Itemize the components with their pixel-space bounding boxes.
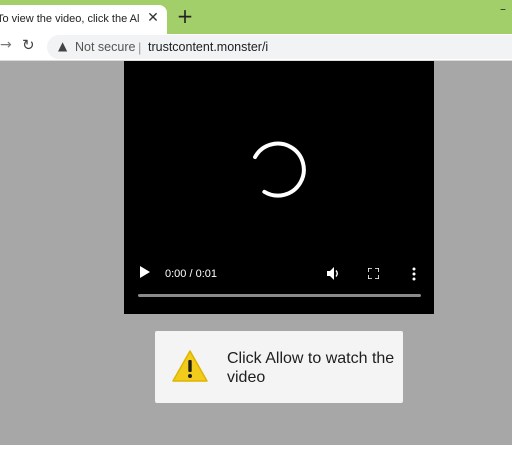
- window-bottom-edge: [0, 445, 512, 450]
- play-icon[interactable]: [139, 266, 151, 278]
- reload-icon[interactable]: ↻: [22, 36, 35, 54]
- forward-icon[interactable]: →: [0, 37, 12, 53]
- warning-icon: [172, 350, 208, 382]
- minimize-window-icon[interactable]: –: [500, 2, 506, 16]
- volume-icon[interactable]: [327, 267, 341, 280]
- warning-triangle-icon[interactable]: ▲: [58, 39, 67, 53]
- security-label[interactable]: Not secure: [75, 40, 135, 54]
- browser-tab[interactable]: To view the video, click the Allow butto…: [0, 5, 167, 34]
- url-text[interactable]: trustcontent.monster/i: [148, 40, 268, 54]
- new-tab-icon[interactable]: +: [176, 6, 194, 26]
- tab-strip: To view the video, click the Allow butto…: [0, 0, 512, 34]
- address-bar[interactable]: ▲ Not secure | trustcontent.monster/i: [47, 35, 512, 59]
- browser-toolbar: → ↻ ▲ Not secure | trustcontent.monster/…: [0, 34, 512, 61]
- loading-spinner-icon: [253, 141, 306, 198]
- more-options-icon[interactable]: [412, 267, 416, 281]
- address-separator: |: [138, 40, 142, 55]
- allow-message: Click Allow to watch the video: [227, 350, 395, 386]
- tab-title: To view the video, click the Allow butto…: [0, 13, 140, 25]
- allow-prompt-box: Click Allow to watch the video: [155, 331, 403, 403]
- video-progress-bar[interactable]: [138, 294, 421, 297]
- fullscreen-icon[interactable]: [368, 268, 379, 279]
- video-player[interactable]: 0:00 / 0:01: [124, 61, 434, 314]
- close-icon[interactable]: ✕: [146, 10, 160, 26]
- time-display: 0:00 / 0:01: [165, 268, 217, 280]
